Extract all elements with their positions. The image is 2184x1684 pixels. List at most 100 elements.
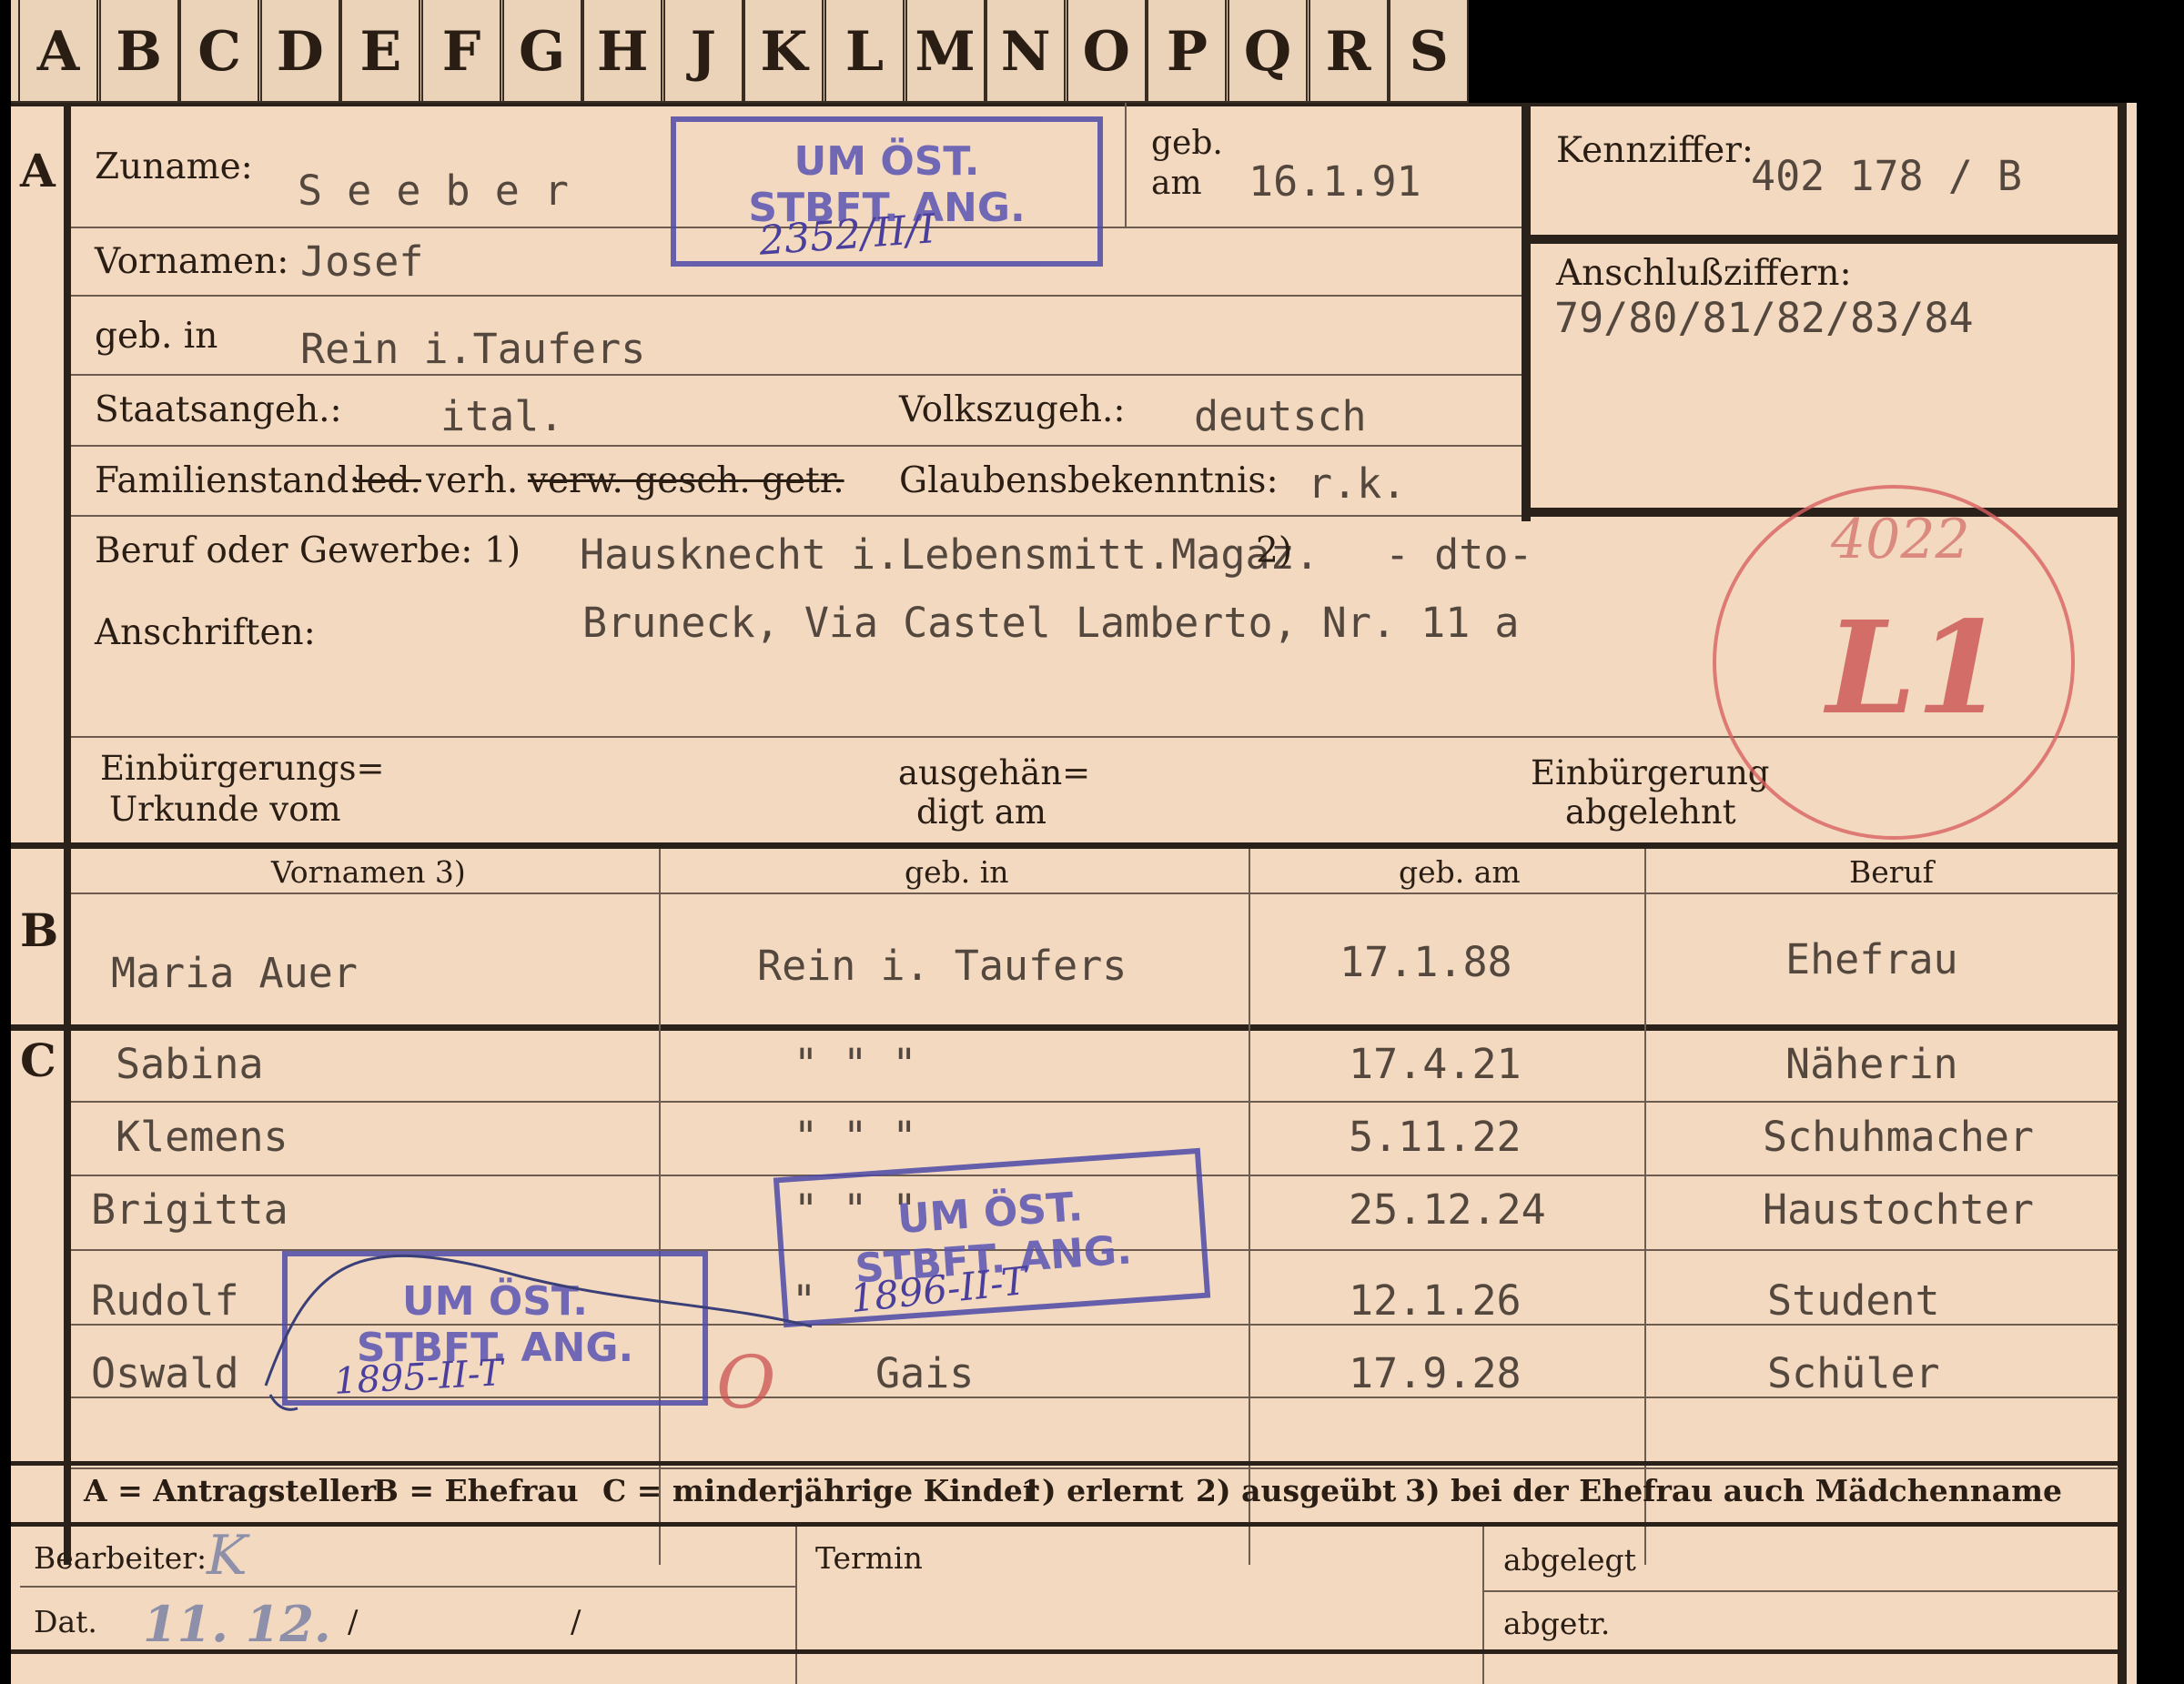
spouse-birthplace: Rein i. Taufers [757,942,1127,990]
born-label-1: geb. [1151,125,1223,162]
date-slash-2: / [571,1604,581,1640]
ref-box-mid [1522,235,2122,244]
tab-f[interactable]: F [421,0,501,103]
removed-label: abgetr. [1503,1606,1611,1641]
tab-q[interactable]: Q [1228,0,1308,103]
occupation-value: Hausknecht i.Lebensmitt.Magaz. [580,530,1320,579]
col-divider-2 [1249,849,1250,1565]
tab-j[interactable]: J [662,0,743,103]
first-names-label: Vornamen: [95,241,289,282]
tab-l[interactable]: L [824,0,905,103]
connection-numbers-label: Anschlußziffern: [1556,253,1852,294]
child-name: Sabina [116,1040,264,1088]
section-c-letter: C [20,1034,56,1087]
ref-box-left [1522,103,1531,521]
processor-initial: K [207,1524,248,1588]
col-header-occupation: Beruf [1849,854,1935,890]
tab-h[interactable]: H [582,0,663,103]
spouse-occupation: Ehefrau [1785,935,1958,983]
red-circle-number: 4022 [1831,508,1970,571]
tab-d[interactable]: D [259,0,340,103]
legend-note-3: 3) bei der Ehefrau auch Mädchenname [1405,1473,2062,1508]
citizenship-value: ital. [440,392,564,440]
divider-birthdate [1125,103,1127,227]
right-border [2118,103,2127,1684]
col-header-names: Vornamen 3) [271,854,466,890]
tab-m[interactable]: M [905,0,986,103]
rule-b-header [71,892,2118,894]
address-value: Bruneck, Via Castel Lamberto, Nr. 11 a [582,599,1520,647]
top-border [11,103,2127,106]
tab-o[interactable]: O [1066,0,1147,103]
section-a-letter: A [20,144,56,197]
child-name: Klemens [116,1113,288,1161]
born-label-2: am [1151,165,1202,202]
left-border-b [64,849,71,1565]
ethnicity-value: deutsch [1194,392,1367,440]
rule-c6 [71,1467,2118,1469]
occupation-footnote-1: 1) [484,530,521,571]
religion-value: r.k. [1308,459,1407,508]
spouse-name: Maria Auer [111,949,358,997]
tab-c[interactable]: C [179,0,260,103]
child-birthplace: " " " [794,1113,917,1161]
tab-r[interactable]: R [1308,0,1389,103]
rule-a2 [71,295,1527,297]
tab-b[interactable]: B [98,0,179,103]
section-b-top [11,842,2118,849]
spouse-birth-date: 17.1.88 [1340,938,1512,986]
marital-struck: verw. gesch. getr. [528,460,844,501]
rule-a4 [71,445,1527,447]
tab-e[interactable]: E [340,0,421,103]
marital-verh: verh. [426,460,519,501]
surname-value: S e e b e r [298,166,570,215]
legend-b: B = Ehefrau [373,1473,579,1508]
tab-s[interactable]: S [1389,0,1470,103]
section-c-top [11,1024,2118,1031]
child-occupation: Haustochter [1763,1185,2035,1234]
tab-p[interactable]: P [1147,0,1228,103]
connection-numbers-value: 79/80/81/82/83/84 [1554,294,1974,342]
marital-led: led. [355,460,421,501]
marital-label: Familienstand: [95,460,361,501]
legend-a: A = Antragsteller [84,1473,377,1508]
born-date-value: 16.1.91 [1249,157,1421,206]
child-birth-date: 25.12.24 [1349,1185,1546,1234]
birthplace-label: geb. in [95,316,218,357]
child-occupation: Näherin [1785,1040,1958,1088]
footer-rule-left [20,1586,795,1588]
child-birth-date: 12.1.26 [1349,1276,1522,1325]
naturalization-label-2: Urkunde vom [109,790,341,829]
rejected-label-1: Einbürgerung [1531,753,1770,792]
child-birth-date: 17.9.28 [1349,1349,1522,1397]
tab-a[interactable]: A [18,0,98,103]
date-value: 11. 12. [143,1595,331,1653]
footer-divider-2 [1482,1527,1484,1684]
index-tabs: ABCDEFGHJKLMNOPQRS [11,0,1470,103]
col-header-birthplace: geb. in [905,854,1009,890]
religion-label: Glaubensbekenntnis: [899,460,1279,501]
citizenship-label: Staatsangeh.: [95,389,342,430]
date-slash-1: / [348,1604,359,1640]
tab-n[interactable]: N [986,0,1067,103]
legend-bottom [11,1522,2118,1527]
deadline-label: Termin [815,1540,923,1576]
legend-c: C = minderjährige Kinder [602,1473,1039,1508]
filed-label: abgelegt [1503,1542,1636,1578]
red-small-mark: O [716,1340,776,1425]
child-birth-date: 17.4.21 [1349,1040,1522,1088]
legend-note-2: 2) ausgeübt [1196,1473,1397,1508]
red-circle-mark: L1 [1826,594,2005,743]
tab-g[interactable]: G [501,0,582,103]
date-label: Dat. [34,1604,97,1639]
reference-number-value: 402 178 / B [1751,152,2023,200]
footer-divider-1 [795,1527,797,1684]
tab-k[interactable]: K [743,0,824,103]
child-birth-date: 5.11.22 [1349,1113,1522,1161]
address-label: Anschriften: [95,612,316,653]
ethnicity-label: Volkszugeh.: [899,389,1126,430]
birthplace-value: Rein i.Taufers [300,325,646,373]
child-occupation: Student [1767,1276,1940,1325]
reference-number-label: Kennziffer: [1556,130,1754,171]
col-header-birthdate: geb. am [1399,854,1521,890]
